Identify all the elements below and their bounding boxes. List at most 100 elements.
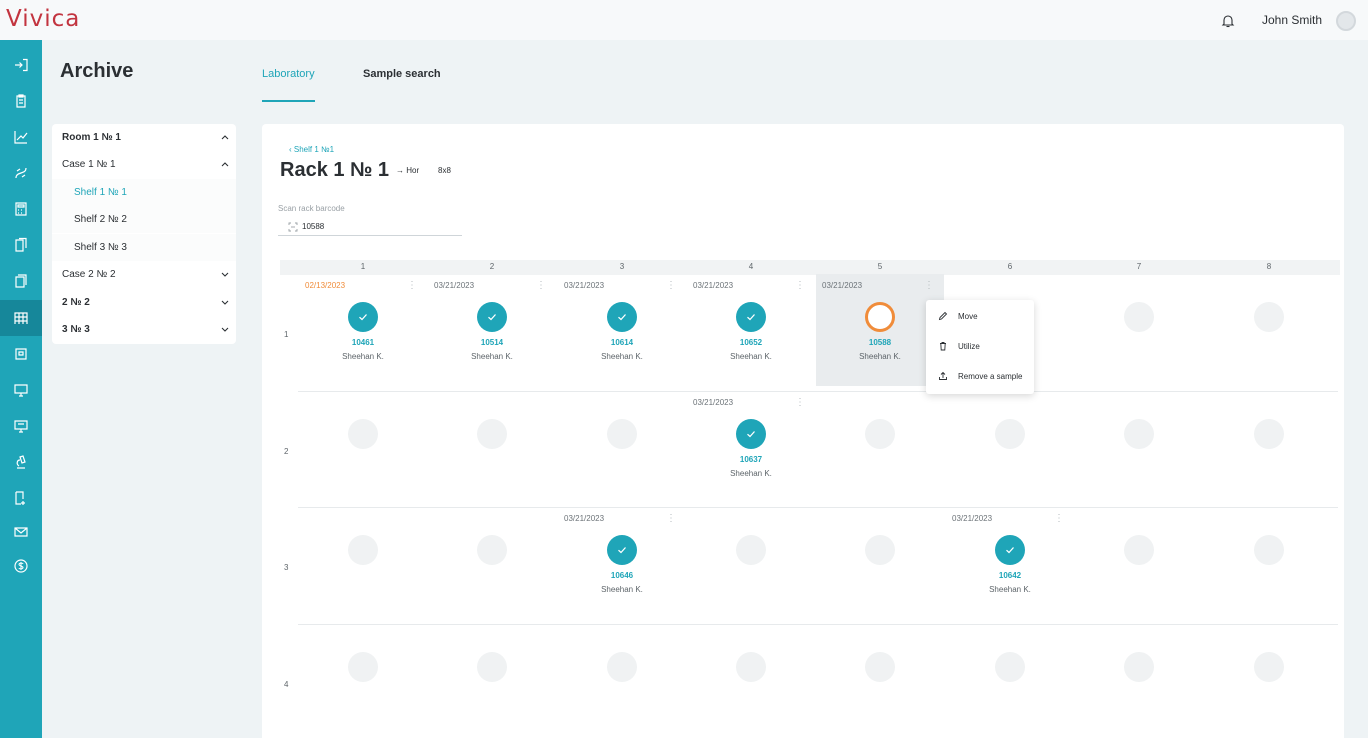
nav-item-calculator[interactable] [0,191,42,227]
empty-slot[interactable] [1124,535,1154,565]
empty-slot[interactable] [348,535,378,565]
sample-slot[interactable]: 03/21/2023 ⋮ 10642 Sheehan K. [946,507,1074,619]
checked-status-icon[interactable] [995,535,1025,565]
tree-item[interactable]: Shelf 1 № 1 [52,179,236,206]
chevron-down-icon[interactable] [220,324,230,334]
sample-slot[interactable]: 03/21/2023 ⋮ 10646 Sheehan K. [558,507,686,619]
sample-id[interactable]: 10614 [558,338,686,347]
checked-status-icon[interactable] [348,302,378,332]
nav-item-monitor-chat[interactable] [0,408,42,444]
sample-slot[interactable]: 03/21/2023 ⋮ 10614 Sheehan K. [558,274,686,386]
nav-item-archive-rack[interactable] [0,300,42,336]
empty-slot[interactable] [607,652,637,682]
chart-icon [14,131,28,144]
more-options-icon[interactable]: ⋮ [795,280,805,291]
empty-slot[interactable] [1254,419,1284,449]
empty-slot[interactable] [607,419,637,449]
empty-slot[interactable] [1254,652,1284,682]
tab-laboratory[interactable]: Laboratory [262,68,315,80]
sample-id[interactable]: 10514 [428,338,556,347]
chevron-down-icon[interactable] [220,297,230,307]
nav-item-dollar[interactable] [0,548,42,584]
chevron-up-icon[interactable] [220,132,230,142]
document-add-icon [15,491,25,505]
tree-item[interactable]: 3 № 3 [52,316,236,343]
empty-slot[interactable] [1254,535,1284,565]
tree-item[interactable]: Shelf 2 № 2 [52,206,236,233]
empty-slot[interactable] [1124,302,1154,332]
scan-barcode-input[interactable] [278,218,462,236]
nav-item-bio[interactable] [0,155,42,191]
empty-slot[interactable] [1124,652,1154,682]
tree-item[interactable]: Shelf 3 № 3 [52,234,236,261]
tree-item[interactable]: 2 № 2 [52,289,236,316]
checked-status-icon[interactable] [736,419,766,449]
empty-slot[interactable] [348,419,378,449]
empty-slot[interactable] [477,535,507,565]
empty-slot[interactable] [1254,302,1284,332]
nav-item-register[interactable] [0,336,42,372]
more-options-icon[interactable]: ⋮ [536,280,546,291]
empty-slot[interactable] [995,652,1025,682]
bell-icon[interactable] [1220,13,1236,29]
nav-item-chart[interactable] [0,119,42,155]
empty-slot[interactable] [865,535,895,565]
more-options-icon[interactable]: ⋮ [795,397,805,408]
trash-icon [940,342,946,351]
nav-item-monitor[interactable] [0,372,42,408]
empty-slot[interactable] [736,652,766,682]
bio-icon [15,167,27,179]
empty-slot[interactable] [865,652,895,682]
empty-slot[interactable] [995,419,1025,449]
tab-sample-search[interactable]: Sample search [363,68,441,80]
menu-item-move[interactable]: Move [926,306,1034,328]
sample-slot[interactable]: 03/21/2023 ⋮ 10588 Sheehan K. [816,274,944,386]
checked-status-icon[interactable] [477,302,507,332]
sample-id[interactable]: 10588 [816,338,944,347]
empty-slot[interactable] [1124,419,1154,449]
chevron-up-icon[interactable] [220,159,230,169]
empty-slot[interactable] [348,652,378,682]
checked-status-icon[interactable] [736,302,766,332]
more-options-icon[interactable]: ⋮ [924,280,934,291]
app-logo[interactable]: Vivica [6,6,80,32]
tree-item[interactable]: Case 1 № 1 [52,151,236,178]
nav-item-document-add[interactable] [0,480,42,516]
menu-item-remove-sample[interactable]: Remove a sample [926,366,1034,388]
sample-id[interactable]: 10642 [946,571,1074,580]
nav-item-microscope[interactable] [0,444,42,480]
menu-item-utilize[interactable]: Utilize [926,336,1034,358]
user-name[interactable]: John Smith [1262,13,1322,27]
pending-status-icon[interactable] [865,302,895,332]
sample-slot[interactable]: 03/21/2023 ⋮ 10652 Sheehan K. [687,274,815,386]
nav-item-clipboard[interactable] [0,83,42,119]
more-options-icon[interactable]: ⋮ [1054,513,1064,524]
sample-slot[interactable]: 03/21/2023 ⋮ 10514 Sheehan K. [428,274,556,386]
back-link[interactable]: ‹ Shelf 1 №1 [289,145,334,154]
sample-id[interactable]: 10646 [558,571,686,580]
checked-status-icon[interactable] [607,302,637,332]
nav-item-copy[interactable] [0,263,42,299]
sample-id[interactable]: 10461 [299,338,427,347]
nav-item-documents[interactable] [0,227,42,263]
tree-item[interactable]: Room 1 № 1 [52,124,236,151]
sample-slot[interactable]: 02/13/2023 ⋮ 10461 Sheehan K. [299,274,427,386]
avatar[interactable] [1336,11,1356,31]
empty-slot[interactable] [477,419,507,449]
sample-slot[interactable]: 03/21/2023 ⋮ 10637 Sheehan K. [687,391,815,503]
chevron-down-icon[interactable] [220,269,230,279]
nav-item-mail[interactable] [0,514,42,550]
empty-slot[interactable] [736,535,766,565]
tree-item-label: Room 1 № 1 [62,132,121,143]
nav-item-login[interactable] [0,47,42,83]
sample-id[interactable]: 10652 [687,338,815,347]
checked-status-icon[interactable] [607,535,637,565]
empty-slot[interactable] [477,652,507,682]
tree-item[interactable]: Case 2 № 2 [52,261,236,288]
more-options-icon[interactable]: ⋮ [407,280,417,291]
more-options-icon[interactable]: ⋮ [666,513,676,524]
login-icon [15,58,28,72]
more-options-icon[interactable]: ⋮ [666,280,676,291]
empty-slot[interactable] [865,419,895,449]
sample-id[interactable]: 10637 [687,455,815,464]
